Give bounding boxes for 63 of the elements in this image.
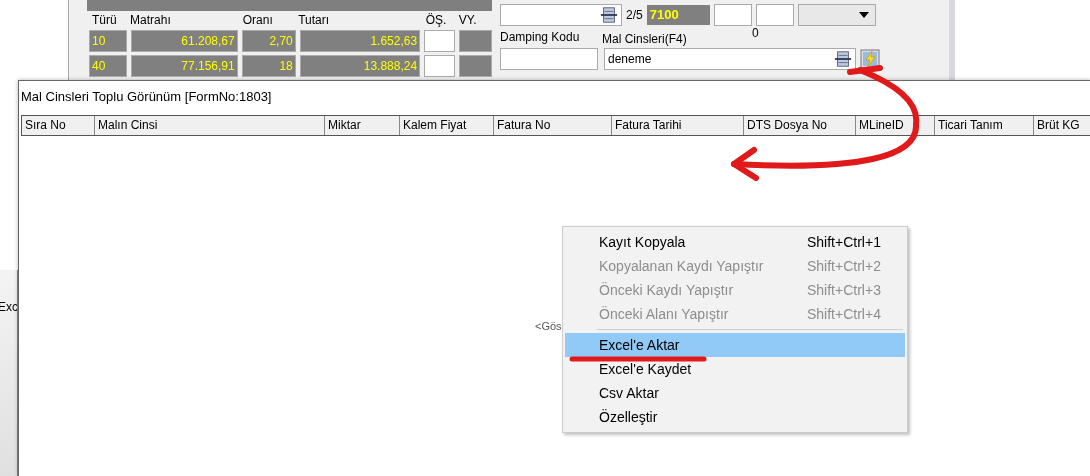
column-header[interactable]: Brüt KG: [1034, 116, 1090, 135]
table-cell: 40: [89, 55, 128, 77]
column-header: Tutarı: [298, 13, 331, 27]
shortcut-label: Shift+Ctrl+1: [807, 234, 881, 250]
menu-label: Kopyalanan Kaydı Yapıştır: [599, 258, 765, 274]
caret-icon: [858, 11, 869, 18]
table-cell: 18: [241, 55, 296, 77]
table-cell: 61.208,67: [131, 30, 238, 52]
column-header: Matrahı: [130, 13, 172, 27]
table-cell: 13.888,24: [299, 55, 421, 77]
menu-label: Önceki Kaydı Yapıştır: [599, 282, 735, 298]
menu-item[interactable]: Özelleştir: [565, 405, 905, 429]
table-cell: 10: [89, 30, 128, 52]
page-indicator: 2/5: [626, 7, 643, 22]
column-header[interactable]: Miktar: [325, 116, 400, 135]
input-field[interactable]: deneme: [604, 47, 856, 70]
list-icon[interactable]: [834, 49, 852, 68]
checkbox[interactable]: [424, 55, 455, 77]
code-field[interactable]: 7100: [646, 4, 710, 25]
input-field[interactable]: [500, 47, 598, 70]
column-header[interactable]: Kalem Fiyat: [400, 116, 494, 135]
table-cell: 2,70: [241, 30, 296, 52]
column-header[interactable]: Malın Cinsi: [95, 116, 325, 135]
column-header: ÖŞ.: [425, 13, 448, 27]
input-field[interactable]: [755, 3, 794, 26]
menu-item[interactable]: Kayıt Kopyala Shift+Ctrl+1: [565, 230, 905, 254]
input-field[interactable]: [500, 3, 622, 26]
column-header: VY.: [458, 13, 478, 27]
menu-label: Excel'e Kaydet: [599, 361, 693, 377]
empty-text: <Gös: [535, 320, 562, 332]
count-label: 0: [752, 26, 759, 40]
table-cell: [458, 30, 492, 52]
menu-label: Önceki Alanı Yapıştır: [599, 306, 730, 322]
menu-label: Csv Aktar: [599, 385, 660, 401]
dropdown[interactable]: [797, 3, 876, 26]
table-cell: [458, 55, 492, 77]
column-header[interactable]: Fatura No: [494, 116, 612, 135]
menu-item[interactable]: Csv Aktar: [565, 381, 905, 405]
window-title: Mal Cinsleri Toplu Görünüm [FormNo:1803]: [20, 88, 273, 106]
menu-item[interactable]: Excel'e Kaydet: [565, 357, 905, 381]
input-field[interactable]: [713, 3, 752, 26]
field-label: Damping Kodu: [500, 30, 580, 44]
shortcut-label: Shift+Ctrl+2: [807, 258, 881, 274]
column-header[interactable]: Ticari Tanım: [935, 116, 1034, 135]
column-header[interactable]: MLineID: [856, 116, 935, 135]
column-header: Türü: [92, 13, 118, 27]
column-header[interactable]: DTS Dosya No: [744, 116, 856, 135]
shortcut-label: Shift+Ctrl+4: [807, 306, 881, 322]
menu-label: Excel'e Aktar: [599, 337, 681, 353]
table-cell: 77.156,91: [131, 55, 238, 77]
menu-item[interactable]: Excel'e Aktar: [565, 333, 905, 357]
shortcut-label: Shift+Ctrl+3: [807, 282, 881, 298]
table-cell: 1.652,63: [299, 30, 421, 52]
column-header: Oranı: [242, 13, 274, 27]
field-label: Mal Cinsleri(F4): [602, 32, 687, 46]
checkbox[interactable]: [424, 30, 455, 52]
column-header[interactable]: Sıra No: [22, 116, 95, 135]
list-icon[interactable]: [600, 5, 618, 24]
column-header[interactable]: Fatura Tarihi: [612, 116, 744, 135]
field-value: deneme: [607, 51, 652, 66]
menu-label: Kayıt Kopyala: [599, 234, 687, 250]
lightning-grid-icon[interactable]: [860, 48, 880, 69]
menu-label: Özelleştir: [599, 409, 659, 425]
